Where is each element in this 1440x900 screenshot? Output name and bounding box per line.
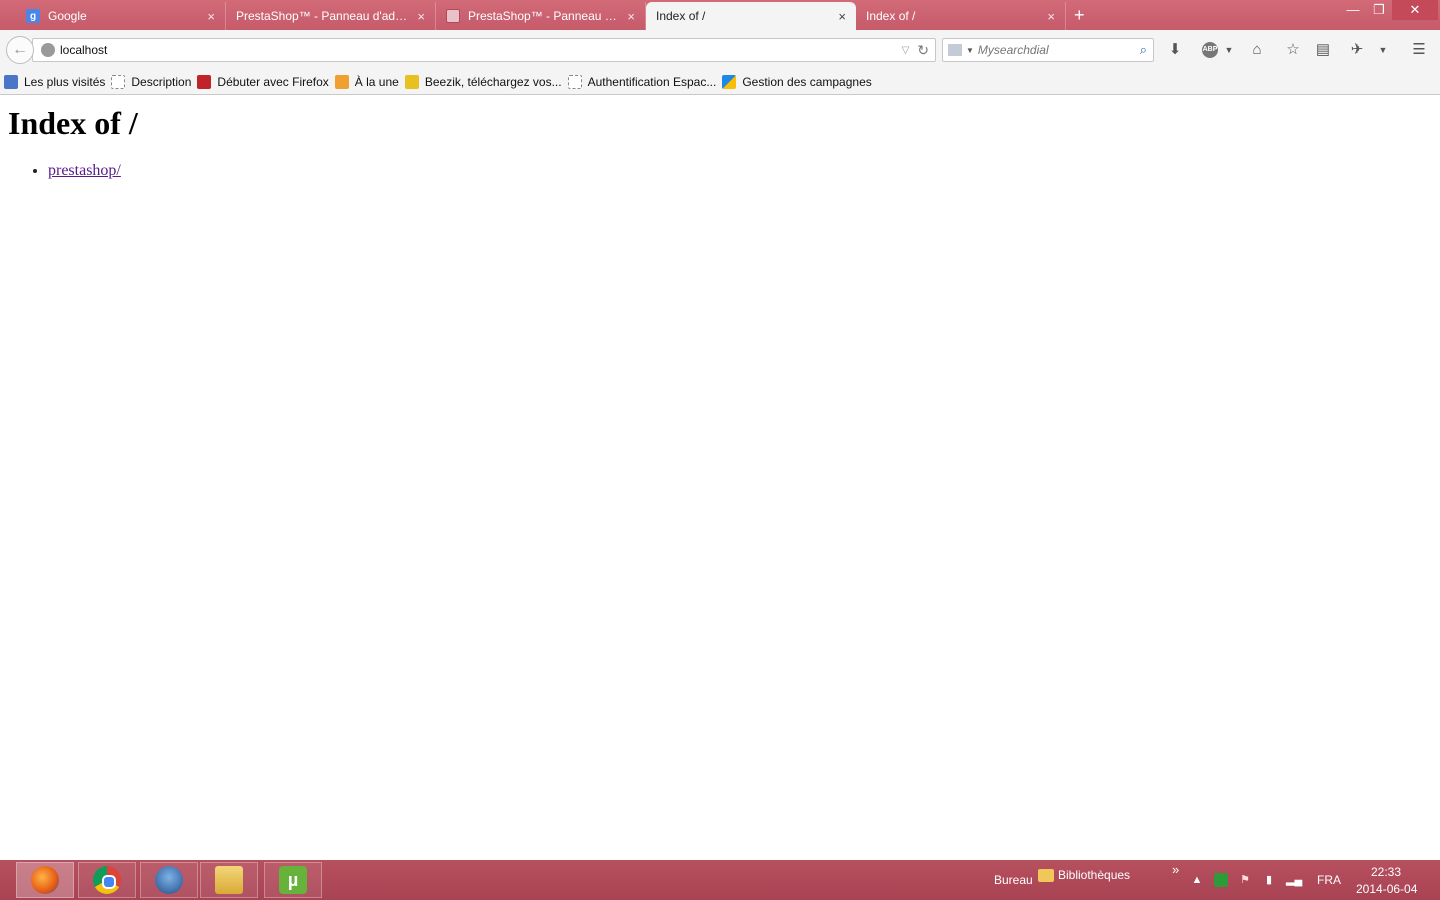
- battery-icon[interactable]: ▮: [1262, 873, 1276, 887]
- bookmark-label: Authentification Espac...: [587, 75, 717, 89]
- desktop-toolbar-label[interactable]: Bureau: [994, 873, 1033, 887]
- utorrent-icon: µ: [279, 866, 307, 894]
- bookmark-campagnes[interactable]: Gestion des campagnes: [722, 75, 872, 89]
- window-close-button[interactable]: ✕: [1392, 0, 1438, 20]
- title-bar: g Google × PrestaShop™ - Panneau d'admi.…: [0, 0, 1440, 30]
- firefox-icon: [31, 866, 59, 894]
- app-tray-icon[interactable]: [1214, 873, 1228, 887]
- rss-icon: [334, 75, 349, 89]
- page-icon: [567, 75, 582, 89]
- taskbar-explorer[interactable]: [200, 862, 258, 898]
- bookmark-label: Gestion des campagnes: [742, 75, 872, 89]
- download-icon[interactable]: ⬇: [1164, 40, 1186, 60]
- bookmark-star-icon[interactable]: ☆: [1282, 40, 1304, 60]
- clock-date[interactable]: 2014-06-04: [1356, 882, 1417, 896]
- restore-button[interactable]: ❐: [1364, 0, 1394, 20]
- tab-label: PrestaShop™ - Panneau d'...: [468, 9, 622, 23]
- thunderbird-icon: [155, 866, 183, 894]
- tab-index-active[interactable]: Index of / ×: [646, 2, 856, 30]
- taskbar-utorrent[interactable]: µ: [264, 862, 322, 898]
- page-content: Index of / prestashop/: [0, 96, 1440, 860]
- action-center-icon[interactable]: ⚑: [1238, 873, 1252, 887]
- url-bar[interactable]: localhost ▽ ↻: [32, 38, 936, 62]
- close-tab-icon[interactable]: ×: [838, 9, 846, 24]
- close-tab-icon[interactable]: ×: [207, 9, 215, 24]
- google-icon: g: [26, 9, 40, 23]
- close-tab-icon[interactable]: ×: [1047, 9, 1055, 24]
- folder-icon: [1038, 869, 1054, 882]
- menu-icon[interactable]: ☰: [1408, 40, 1430, 60]
- bookmark-label: Description: [131, 75, 192, 89]
- bookmark-a-la-une[interactable]: À la une: [334, 75, 399, 89]
- globe-icon: [41, 43, 55, 57]
- chevron-down-icon[interactable]: ▼: [1218, 40, 1240, 60]
- clock-time[interactable]: 22:33: [1371, 865, 1401, 879]
- tab-label: Google: [48, 9, 87, 23]
- tab-label: Index of /: [656, 9, 706, 23]
- file-explorer-icon: [215, 866, 243, 894]
- bookmark-label: Débuter avec Firefox: [217, 75, 329, 89]
- bookmark-most-visited[interactable]: Les plus visités: [4, 75, 105, 89]
- chrome-icon: [93, 866, 121, 894]
- bookmark-label: Les plus visités: [24, 75, 106, 89]
- bookmarks-toolbar: Les plus visités Description Débuter ave…: [0, 70, 1440, 95]
- chevron-down-icon[interactable]: ▼: [1372, 40, 1394, 60]
- network-signal-icon[interactable]: ▂▄: [1286, 873, 1302, 887]
- bookmark-beezik[interactable]: Beezik, téléchargez vos...: [404, 75, 562, 89]
- bookmark-label: À la une: [354, 75, 399, 89]
- page-title: Index of /: [8, 105, 138, 141]
- bookmark-authentification[interactable]: Authentification Espac...: [567, 75, 717, 89]
- taskbar-thunderbird[interactable]: [140, 862, 198, 898]
- tab-google[interactable]: g Google ×: [16, 2, 226, 30]
- tab-label: PrestaShop™ - Panneau d'admi...: [236, 9, 412, 23]
- search-icon[interactable]: ⌕: [1140, 42, 1147, 58]
- search-engine-icon[interactable]: [948, 44, 962, 56]
- bookmark-description[interactable]: Description: [111, 75, 191, 89]
- bookmark-firefox[interactable]: Débuter avec Firefox: [197, 75, 329, 89]
- input-language[interactable]: FRA: [1317, 873, 1341, 887]
- taskbar-firefox[interactable]: [16, 862, 74, 898]
- back-button[interactable]: ←: [6, 36, 34, 64]
- firefox-start-icon: [197, 75, 212, 89]
- list-item: prestashop/: [48, 162, 121, 180]
- libraries-toolbar-label[interactable]: Bibliothèques: [1058, 868, 1130, 882]
- directory-list: prestashop/: [48, 162, 121, 180]
- adwords-icon: [722, 75, 737, 89]
- page-icon: [111, 75, 126, 89]
- tab-prestashop-admin-2[interactable]: PrestaShop™ - Panneau d'... ×: [436, 2, 646, 30]
- search-input[interactable]: [977, 43, 1128, 57]
- tab-index[interactable]: Index of / ×: [856, 2, 1066, 30]
- reading-list-icon[interactable]: ▤: [1312, 40, 1334, 60]
- url-text[interactable]: localhost: [60, 43, 902, 57]
- tab-prestashop-admin[interactable]: PrestaShop™ - Panneau d'admi... ×: [226, 2, 436, 30]
- extension-icon[interactable]: ✈: [1346, 40, 1368, 60]
- history-dropdown-icon[interactable]: ▽: [902, 45, 910, 56]
- close-tab-icon[interactable]: ×: [627, 9, 635, 24]
- directory-link[interactable]: prestashop/: [48, 162, 121, 179]
- reload-icon[interactable]: ↻: [917, 42, 929, 59]
- taskbar-chrome[interactable]: [78, 862, 136, 898]
- close-tab-icon[interactable]: ×: [417, 9, 425, 24]
- chevron-down-icon[interactable]: ▼: [966, 46, 974, 55]
- navigation-toolbar: localhost ▽ ↻ ← ▼ ⌕ ⬇ ABP ▼ ⌂ ☆ ▤ ✈ ▼ ☰: [0, 30, 1440, 70]
- show-hidden-icons-icon[interactable]: ▲: [1190, 873, 1204, 887]
- adblock-icon[interactable]: ABP: [1202, 42, 1218, 58]
- beezik-icon: [404, 75, 419, 89]
- bookmark-label: Beezik, téléchargez vos...: [424, 75, 562, 89]
- home-icon[interactable]: ⌂: [1246, 40, 1268, 60]
- toolbar-overflow-chevron-icon[interactable]: »: [1172, 862, 1179, 877]
- prestashop-icon: [446, 9, 460, 23]
- most-visited-icon: [4, 75, 18, 89]
- new-tab-button[interactable]: +: [1074, 5, 1085, 25]
- search-bar[interactable]: ▼ ⌕: [942, 38, 1154, 62]
- tab-label: Index of /: [866, 9, 916, 23]
